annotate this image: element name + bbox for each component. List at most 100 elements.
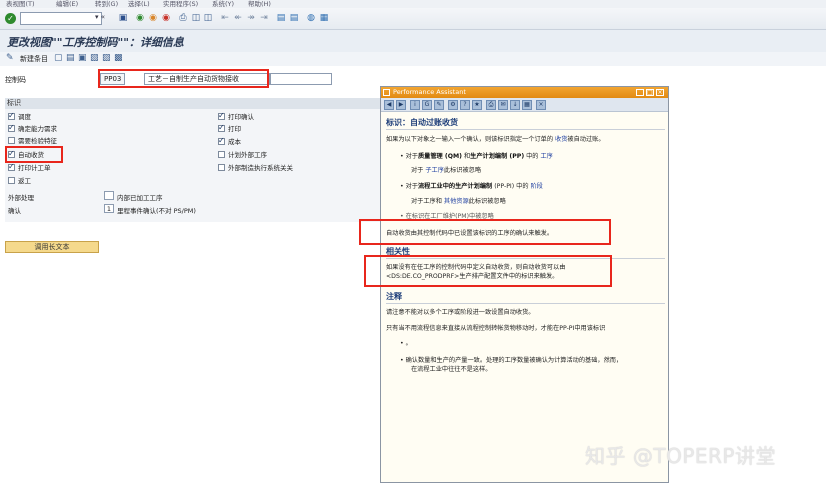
menu-item-goto[interactable]: 转到(G) (95, 0, 118, 8)
previous-page-icon[interactable]: ↞ (233, 13, 243, 24)
menu-item-utilities[interactable]: 实用程序(S) (163, 0, 198, 8)
notes-line-1: 请注意不能对以多个工序或阶段进一致设置自动收货。 (386, 309, 535, 316)
checkbox-box[interactable] (8, 123, 15, 132)
checkbox-box[interactable] (8, 162, 15, 171)
technical-info-icon[interactable]: i (410, 100, 420, 110)
bookmark-icon[interactable]: ★ (472, 100, 482, 110)
menu-item-select[interactable]: 选择(L) (128, 0, 150, 8)
layout-menu-icon[interactable]: ▦ (319, 13, 329, 24)
notes-line-2: 只有当不用流程信息来直接从流程控制转帐货物移动时，才能在PP-PI中用该标识 (386, 325, 606, 332)
undo-icon[interactable]: ▣ (78, 53, 87, 64)
checkbox-scheduling[interactable]: 调度 (8, 111, 31, 122)
confirmation-label: 确认 (8, 207, 21, 215)
print-icon[interactable]: ⎙ (178, 13, 188, 24)
checkbox-label: 打印确认 (228, 113, 254, 121)
operation-link[interactable]: 工序 (540, 153, 552, 160)
checkbox-box[interactable] (8, 137, 15, 144)
phase-link[interactable]: 阶段 (530, 183, 542, 190)
glossary-icon[interactable]: G (422, 100, 432, 110)
long-text-button[interactable]: 调用长文本 (5, 241, 99, 253)
other-resources-link[interactable]: 其他资源 (444, 198, 469, 205)
checkbox-inspection[interactable]: 需要检验特征 (8, 137, 57, 146)
print-help-icon[interactable]: ⎙ (486, 100, 496, 110)
new-entries-button[interactable]: 新建条目 (20, 54, 48, 64)
checkbox-box[interactable] (218, 111, 225, 120)
checkbox-external-planning[interactable]: 计划外部工序 (218, 151, 267, 160)
goods-receipt-link[interactable]: 收货 (555, 136, 567, 143)
edit-icon[interactable]: ✎ (434, 100, 444, 110)
checkbox-rework[interactable]: 返工 (8, 177, 31, 186)
checkbox-box[interactable] (218, 123, 225, 132)
highlight-control-key (98, 69, 269, 88)
external-processing-field[interactable] (104, 191, 114, 200)
next-entry-icon[interactable]: ▨ (102, 53, 111, 64)
sub-operation-link[interactable]: 子工序 (425, 167, 444, 174)
checkbox-print-confirmation[interactable]: 打印确认 (218, 111, 254, 122)
settings-icon[interactable]: ⚙ (448, 100, 458, 110)
assistant-heading-indicator: 标识：自动过账收货 (386, 117, 458, 127)
next-page-icon[interactable]: ↠ (246, 13, 256, 24)
checkbox-print[interactable]: 打印 (218, 123, 241, 134)
find-next-icon[interactable]: ◫ (203, 13, 213, 24)
notes-bullet-final-2: 在流程工业中往往不是这样。 (411, 366, 492, 373)
layout-icon[interactable]: ▦ (522, 100, 532, 110)
control-key-description-field-rest[interactable] (270, 73, 332, 85)
back-arrow-icon[interactable]: ◀ (384, 100, 394, 110)
menu-bar: 表视图(T) 编辑(E) 转到(G) 选择(L) 实用程序(S) 系统(Y) 帮… (0, 0, 826, 8)
checkbox-box[interactable] (8, 177, 15, 184)
checkbox-label: 成本 (228, 138, 241, 146)
delete-icon[interactable]: ▤ (66, 53, 75, 64)
menu-item-help[interactable]: 帮助(H) (248, 0, 271, 8)
watermark-prefix: 知乎 @ (585, 444, 654, 468)
exit-icon[interactable]: ◉ (148, 13, 158, 24)
minimize-icon[interactable]: _ (636, 89, 644, 96)
back-icon[interactable]: ◉ (135, 13, 145, 24)
forward-arrow-icon[interactable]: ▶ (396, 100, 406, 110)
previous-entry-icon[interactable]: ▧ (90, 53, 99, 64)
shortcut-icon[interactable]: ▤ (289, 13, 299, 24)
assistant-titlebar: Performance Assistant _ □ × (381, 87, 668, 98)
checkbox-label: 需要检验特征 (18, 137, 57, 145)
assistant-heading-notes: 注释 (386, 291, 402, 301)
checkbox-costing[interactable]: 成本 (218, 136, 241, 147)
first-page-icon[interactable]: ⇤ (220, 13, 230, 24)
find-icon[interactable]: ◫ (191, 13, 201, 24)
title-bar: 更改视图""工序控制码""：详细信息 (0, 30, 826, 52)
notes-bullet-final-1: • 确认数量和生产的产量一致。处理的工序数量被确认为计算活动的基础，然而， (400, 357, 623, 364)
checkbox-capacity[interactable]: 确定能力需求 (8, 123, 57, 134)
close-icon[interactable]: × (656, 89, 664, 96)
checkbox-mes[interactable]: 外部制造执行系统关关 (218, 164, 293, 173)
bullet-pp-pi: • 对于流程工业中的生产计划编制 (PP-PI) 中的 阶段 (400, 183, 543, 190)
assistant-toolbar: ◀ ▶ i G ✎ ⚙ ? ★ ⎙ ✉ ↓ ▦ × (381, 98, 668, 112)
command-field[interactable] (20, 12, 102, 25)
email-icon[interactable]: ✉ (498, 100, 508, 110)
find-text-icon[interactable]: ? (460, 100, 470, 110)
menu-item-system[interactable]: 系统(Y) (212, 0, 234, 8)
checkbox-box[interactable] (218, 151, 225, 158)
checkbox-box[interactable] (218, 164, 225, 171)
help-icon[interactable]: ◍ (306, 13, 316, 24)
download-icon[interactable]: ↓ (510, 100, 520, 110)
last-page-icon[interactable]: ⇥ (259, 13, 269, 24)
watermark: 知乎 @TOPERP讲堂 (585, 440, 776, 469)
command-dropdown-icon[interactable]: ▾ « (95, 13, 105, 21)
close-panel-icon[interactable]: × (536, 100, 546, 110)
page-title: 更改视图""工序控制码""：详细信息 (7, 36, 184, 49)
save-icon[interactable]: ▣ (118, 13, 128, 24)
assistant-window-icon (383, 89, 390, 96)
checkbox-box[interactable] (218, 136, 225, 145)
copy-as-icon[interactable]: ▢ (54, 53, 63, 64)
checkbox-box[interactable] (8, 111, 15, 120)
menu-item-edit[interactable]: 编辑(E) (56, 0, 78, 8)
ok-checkmark-icon[interactable]: ✓ (5, 13, 16, 24)
menu-item-table-view[interactable]: 表视图(T) (6, 0, 35, 8)
highlight-dependencies (364, 255, 612, 287)
display-change-icon[interactable]: ✎ (6, 53, 14, 64)
checkbox-label: 外部制造执行系统关关 (228, 164, 293, 172)
transport-icon[interactable]: ▩ (114, 53, 123, 64)
new-session-icon[interactable]: ▤ (276, 13, 286, 24)
confirmation-field[interactable]: 1 (104, 204, 114, 213)
maximize-icon[interactable]: □ (646, 89, 654, 96)
checkbox-print-time-tickets[interactable]: 打印计工单 (8, 162, 51, 173)
cancel-icon[interactable]: ◉ (161, 13, 171, 24)
